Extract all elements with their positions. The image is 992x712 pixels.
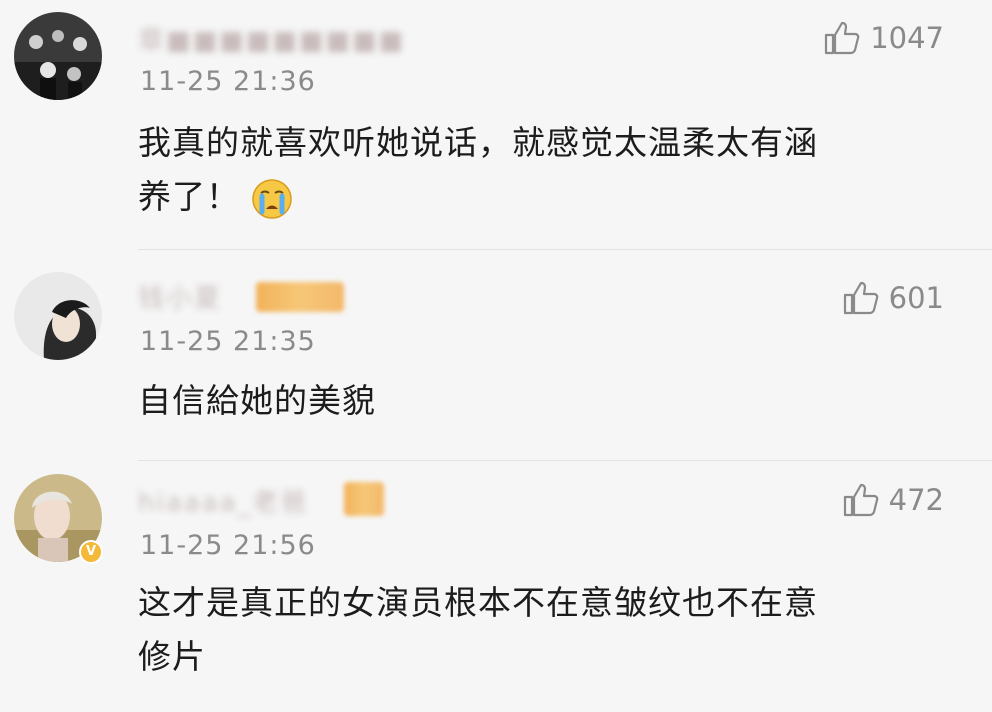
like-button[interactable]: 601 xyxy=(841,278,944,318)
comment-item: 章■■■■■■■■■ 11-25 21:36 1047 我真的就喜欢听她说话，就… xyxy=(0,0,992,250)
comment-text-line-2: 修片 xyxy=(138,637,206,676)
username[interactable]: hiaaaa_老爸 xyxy=(138,482,308,518)
comment-text: 自信給她的美貌 xyxy=(138,374,938,428)
comment-item: V hiaaaa_老爸 11-25 21:56 472 这才是真正的女演员根本不… xyxy=(0,460,992,712)
verified-badge-icon: V xyxy=(79,540,103,564)
member-badge xyxy=(344,482,384,516)
like-count: 601 xyxy=(888,281,944,315)
comment-text-line: 我真的就喜欢听她说话，就感觉太温柔太有涵 xyxy=(138,123,818,162)
avatar-image xyxy=(14,272,102,360)
comment-text-line-2: 养了！ xyxy=(138,170,938,224)
comment-text: 这才是真正的女演员根本不在意皱纹也不在意 修片 xyxy=(138,576,938,684)
comment-list: 章■■■■■■■■■ 11-25 21:36 1047 我真的就喜欢听她说话，就… xyxy=(0,0,992,712)
username[interactable]: 钱小夏 xyxy=(138,278,222,314)
avatar-image xyxy=(14,12,102,100)
like-button[interactable]: 1047 xyxy=(822,18,944,58)
crying-emoji-icon xyxy=(252,178,292,219)
thumbs-up-icon xyxy=(825,21,860,55)
comment-text-line: 这才是真正的女演员根本不在意皱纹也不在意 xyxy=(138,583,818,622)
thumbs-up-icon xyxy=(843,281,878,315)
like-count: 472 xyxy=(888,483,944,517)
comment-time: 11-25 21:56 xyxy=(140,530,316,561)
comment-time: 11-25 21:36 xyxy=(140,66,316,97)
comment-text: 我真的就喜欢听她说话，就感觉太温柔太有涵 养了！ xyxy=(138,116,938,224)
comment-time: 11-25 21:35 xyxy=(140,326,316,357)
thumbs-up-icon xyxy=(843,483,878,517)
like-count: 1047 xyxy=(870,21,944,55)
username[interactable]: 章■■■■■■■■■ xyxy=(138,20,405,56)
avatar[interactable] xyxy=(14,272,102,360)
member-badge xyxy=(256,282,344,312)
like-button[interactable]: 472 xyxy=(841,480,944,520)
comment-item: 钱小夏 11-25 21:35 601 自信給她的美貌 xyxy=(0,250,992,461)
comment-text-line: 自信給她的美貌 xyxy=(138,381,376,420)
avatar[interactable] xyxy=(14,12,102,100)
